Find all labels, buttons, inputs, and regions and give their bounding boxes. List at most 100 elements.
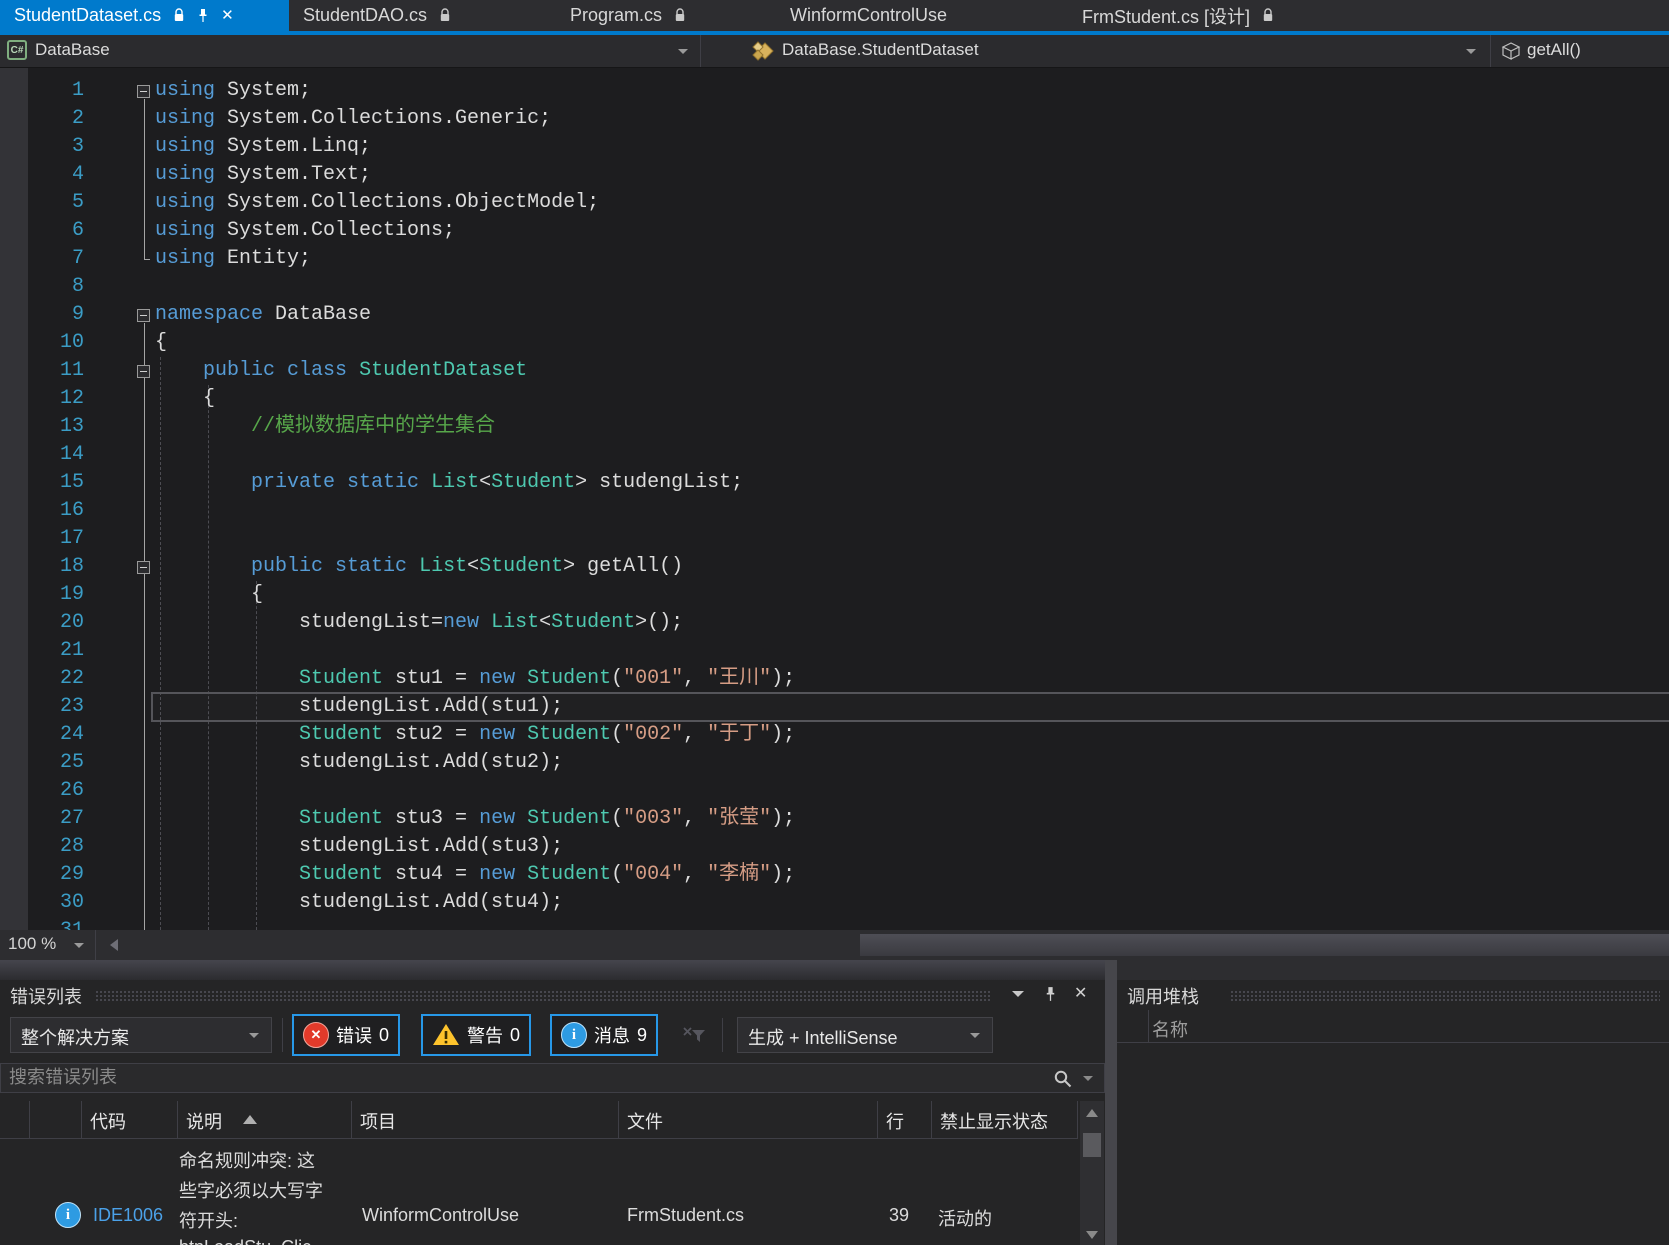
panel-drag-handle[interactable] <box>95 990 990 1002</box>
code-line-20[interactable]: 20 studengList=new List<Student>(); <box>0 609 1669 637</box>
member-dropdown-label: getAll() <box>1527 40 1581 60</box>
scope-filter-dropdown[interactable]: 整个解决方案 <box>10 1017 272 1053</box>
scroll-left-icon[interactable] <box>110 939 118 951</box>
fold-collapse-icon[interactable] <box>137 309 150 322</box>
code-text: { <box>155 581 263 609</box>
code-line-12[interactable]: 12 { <box>0 385 1669 413</box>
code-text: using System.Linq; <box>155 133 371 161</box>
code-line-14[interactable]: 14 <box>0 441 1669 469</box>
scroll-down-icon[interactable] <box>1086 1231 1098 1239</box>
member-dropdown[interactable]: getAll() <box>1490 35 1669 67</box>
code-line-18[interactable]: 18 public static List<Student> getAll() <box>0 553 1669 581</box>
column-header-说明[interactable]: 说明 <box>178 1101 352 1138</box>
document-tab-3[interactable]: Program.cs <box>556 0 700 31</box>
code-line-15[interactable]: 15 private static List<Student> studengL… <box>0 469 1669 497</box>
column-header-blank-0[interactable] <box>0 1101 30 1138</box>
pin-icon[interactable] <box>1044 986 1057 1007</box>
warnings-filter-button[interactable]: 警告 0 <box>421 1014 531 1056</box>
code-text: studengList=new List<Student>(); <box>155 609 683 637</box>
code-navigation-bar: C# DataBase DataBase.StudentDataset getA… <box>0 35 1669 68</box>
search-icon[interactable] <box>1053 1069 1073 1094</box>
column-header-禁止显示状态[interactable]: 禁止显示状态 <box>932 1101 1078 1138</box>
fold-collapse-icon[interactable] <box>137 85 150 98</box>
code-line-9[interactable]: 9namespace DataBase <box>0 301 1669 329</box>
search-input[interactable] <box>7 1066 911 1089</box>
row-code[interactable]: IDE1006 <box>93 1205 163 1226</box>
code-line-16[interactable]: 16 <box>0 497 1669 525</box>
column-header-blank-1[interactable] <box>30 1101 82 1138</box>
code-line-30[interactable]: 30 studengList.Add(stu4); <box>0 889 1669 917</box>
errors-filter-button[interactable]: ✕ 错误 0 <box>292 1014 400 1056</box>
code-line-8[interactable]: 8 <box>0 273 1669 301</box>
line-number: 16 <box>28 497 84 525</box>
column-header-文件[interactable]: 文件 <box>619 1101 878 1138</box>
type-dropdown-label: DataBase.StudentDataset <box>782 40 979 60</box>
error-table-scrollbar[interactable] <box>1080 1101 1104 1245</box>
column-header-行[interactable]: 行 <box>878 1101 932 1138</box>
code-line-23[interactable]: 23 studengList.Add(stu1); <box>0 693 1669 721</box>
chevron-down-icon[interactable] <box>1083 1076 1093 1081</box>
line-number: 6 <box>28 217 84 245</box>
code-line-17[interactable]: 17 <box>0 525 1669 553</box>
close-icon[interactable]: ✕ <box>1074 983 1087 1003</box>
error-table-body: 命名规则冲突: 这些字必须以大写字符开头:btnLoadStu_CliciIDE… <box>0 1139 1078 1245</box>
code-line-3[interactable]: 3 using System.Linq; <box>0 133 1669 161</box>
line-number: 3 <box>28 133 84 161</box>
panel-drag-handle[interactable] <box>1230 990 1660 1002</box>
vertical-scrollbar-thumb[interactable] <box>1083 1133 1101 1157</box>
line-number: 27 <box>28 805 84 833</box>
code-line-4[interactable]: 4using System.Text; <box>0 161 1669 189</box>
code-line-31[interactable]: 31 <box>0 917 1669 930</box>
code-text: Student stu1 = new Student("001", "王川"); <box>155 665 795 693</box>
chevron-down-icon[interactable] <box>1012 991 1024 997</box>
code-line-19[interactable]: 19 { <box>0 581 1669 609</box>
code-line-11[interactable]: 11 public class StudentDataset <box>0 357 1669 385</box>
code-line-2[interactable]: 2using System.Collections.Generic; <box>0 105 1669 133</box>
code-line-29[interactable]: 29 Student stu4 = new Student("004", "李楠… <box>0 861 1669 889</box>
line-number: 23 <box>28 693 84 721</box>
code-line-1[interactable]: 1using System; <box>0 77 1669 105</box>
errors-filter-count: 0 <box>379 1025 389 1046</box>
scroll-up-icon[interactable] <box>1086 1109 1098 1117</box>
code-line-25[interactable]: 25 studengList.Add(stu2); <box>0 749 1669 777</box>
line-number: 18 <box>28 553 84 581</box>
panel-splitter[interactable] <box>1105 960 1117 1245</box>
fold-collapse-icon[interactable] <box>137 365 150 378</box>
type-dropdown[interactable]: DataBase.StudentDataset <box>700 35 1491 67</box>
code-line-7[interactable]: 7using Entity; <box>0 245 1669 273</box>
line-number: 25 <box>28 749 84 777</box>
column-header-代码[interactable]: 代码 <box>82 1101 178 1138</box>
code-line-21[interactable]: 21 <box>0 637 1669 665</box>
code-line-22[interactable]: 22 Student stu1 = new Student("001", "王川… <box>0 665 1669 693</box>
code-line-13[interactable]: 13 //模拟数据库中的学生集合 <box>0 413 1669 441</box>
code-line-26[interactable]: 26 <box>0 777 1669 805</box>
code-editor[interactable]: 1using System;2using System.Collections.… <box>0 68 1669 930</box>
code-text: { <box>155 385 215 413</box>
code-line-24[interactable]: 24 Student stu2 = new Student("002", "于丁… <box>0 721 1669 749</box>
document-tab-2[interactable]: StudentDAO.cs <box>289 0 465 31</box>
document-tab-5[interactable]: FrmStudent.cs [设计] <box>1068 0 1288 31</box>
code-line-10[interactable]: 10{ <box>0 329 1669 357</box>
row-line: 39 <box>889 1205 909 1226</box>
zoom-level-dropdown[interactable]: 100 % <box>0 930 96 960</box>
code-line-28[interactable]: 28 studengList.Add(stu3); <box>0 833 1669 861</box>
fold-collapse-icon[interactable] <box>137 561 150 574</box>
pin-icon[interactable] <box>197 8 209 23</box>
horizontal-scrollbar-thumb[interactable] <box>860 934 1669 956</box>
project-dropdown[interactable]: C# DataBase <box>0 35 700 67</box>
line-number: 14 <box>28 441 84 469</box>
close-icon[interactable]: ✕ <box>221 8 234 23</box>
chevron-down-icon <box>678 49 688 54</box>
column-header-项目[interactable]: 项目 <box>352 1101 619 1138</box>
scope-filter-value: 整个解决方案 <box>21 1024 129 1050</box>
document-tab-1[interactable]: StudentDataset.cs✕ <box>0 0 289 31</box>
code-line-27[interactable]: 27 Student stu3 = new Student("003", "张莹… <box>0 805 1669 833</box>
error-list-row[interactable]: 命名规则冲突: 这些字必须以大写字符开头:btnLoadStu_CliciIDE… <box>0 1139 1078 1245</box>
code-line-5[interactable]: 5using System.Collections.ObjectModel; <box>0 189 1669 217</box>
clear-filter-icon[interactable] <box>682 1025 706 1050</box>
messages-filter-button[interactable]: i 消息 9 <box>550 1014 658 1056</box>
document-tab-4[interactable]: WinformControlUse <box>776 0 961 31</box>
source-filter-dropdown[interactable]: 生成 + IntelliSense <box>737 1017 993 1053</box>
code-line-6[interactable]: 6using System.Collections; <box>0 217 1669 245</box>
call-stack-column-name[interactable]: 名称 <box>1152 1016 1188 1042</box>
